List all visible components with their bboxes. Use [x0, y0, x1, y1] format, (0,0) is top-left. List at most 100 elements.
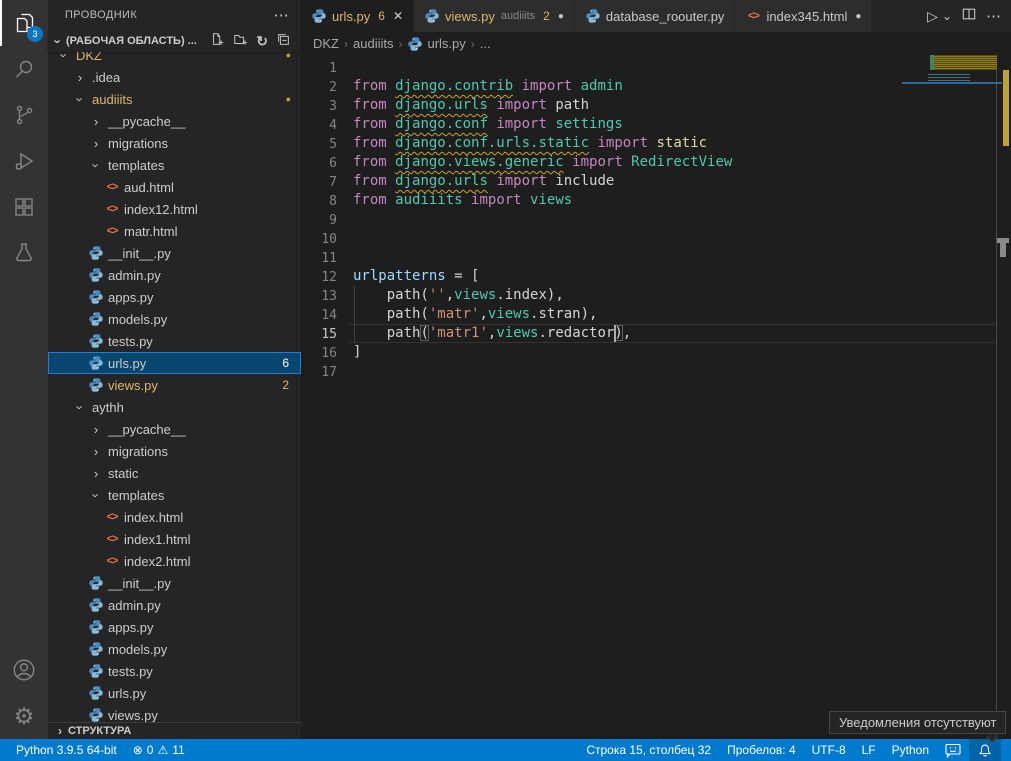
- breadcrumb-item-audiiits[interactable]: audiiits: [353, 36, 393, 51]
- tree-file-index2.html[interactable]: <>index2.html: [48, 550, 301, 572]
- code-line-10[interactable]: 10: [301, 229, 995, 248]
- minimap-warning-block[interactable]: [930, 55, 997, 70]
- run-dropdown-chevron-icon[interactable]: ⌄: [942, 9, 952, 23]
- eol-item[interactable]: LF: [854, 739, 884, 761]
- tree-file-urls.py[interactable]: urls.py: [48, 682, 301, 704]
- tree-file-index.html[interactable]: <>index.html: [48, 506, 301, 528]
- tab-urls.py[interactable]: urls.py6✕: [301, 0, 414, 32]
- tree-folder-aythh[interactable]: ›aythh: [48, 396, 301, 418]
- tree-item-label: urls.py: [108, 686, 146, 701]
- new-folder-icon[interactable]: [233, 32, 248, 50]
- breadcrumb-separator-icon: ›: [471, 37, 475, 51]
- explorer-icon[interactable]: 3: [0, 0, 48, 46]
- tree-file-models.py[interactable]: models.py: [48, 638, 301, 660]
- scrollbar-thumb[interactable]: [1000, 243, 1006, 257]
- tree-file-apps.py[interactable]: apps.py: [48, 286, 301, 308]
- tree-folder-migrations[interactable]: ›migrations: [48, 440, 301, 462]
- tree-folder-migrations[interactable]: ›migrations: [48, 132, 301, 154]
- breadcrumb-item-DKZ[interactable]: DKZ: [313, 36, 339, 51]
- code-line-9[interactable]: 9: [301, 210, 995, 229]
- tree-file-aud.html[interactable]: <>aud.html: [48, 176, 301, 198]
- tree-file-views.py[interactable]: views.py: [48, 704, 301, 722]
- tree-folder-.idea[interactable]: ›.idea: [48, 66, 301, 88]
- chevron-right-icon: ›: [88, 466, 104, 481]
- line-number: 9: [301, 210, 337, 229]
- breadcrumb-item-...[interactable]: ...: [480, 36, 491, 51]
- search-icon[interactable]: [0, 46, 48, 92]
- refresh-icon[interactable]: ↻: [256, 34, 268, 48]
- encoding-item[interactable]: UTF-8: [804, 739, 854, 761]
- code-line-15[interactable]: 15 path('matr1',views.redactor),: [301, 324, 995, 343]
- split-editor-icon[interactable]: [962, 7, 976, 26]
- cursor-position-item[interactable]: Строка 15, столбец 32: [578, 739, 719, 761]
- tree-folder-templates[interactable]: ›templates: [48, 484, 301, 506]
- tree-folder-__pycache__[interactable]: ›__pycache__: [48, 418, 301, 440]
- chevron-right-icon: ›: [88, 422, 104, 437]
- views-and-more-actions-icon[interactable]: ⋯: [274, 6, 289, 24]
- line-number: 6: [301, 153, 337, 172]
- tree-folder-static[interactable]: ›static: [48, 462, 301, 484]
- code-line-17[interactable]: 17: [301, 362, 995, 381]
- close-icon[interactable]: ✕: [393, 9, 403, 23]
- code-editor[interactable]: 12from django.contrib import admin3from …: [301, 55, 1011, 739]
- problems-item[interactable]: ⊗ 0 ⚠ 11: [125, 739, 193, 761]
- code-line-5[interactable]: 5from django.conf.urls.static import sta…: [301, 134, 995, 153]
- tree-item-label: migrations: [108, 444, 168, 459]
- python-interpreter-item[interactable]: Python 3.9.5 64-bit: [8, 739, 125, 761]
- breadcrumb-label: DKZ: [313, 36, 339, 51]
- run-and-debug-icon[interactable]: [0, 138, 48, 184]
- code-line-2[interactable]: 2from django.contrib import admin: [301, 77, 995, 96]
- outline-section-header[interactable]: › СТРУКТУРА: [48, 722, 301, 739]
- workspace-section-header[interactable]: › (РАБОЧАЯ ОБЛАСТЬ) ... ↻: [48, 30, 301, 52]
- language-mode-item[interactable]: Python: [884, 739, 937, 761]
- code-line-13[interactable]: 13 path('',views.index),: [301, 286, 995, 305]
- code-line-7[interactable]: 7from django.urls import include: [301, 172, 995, 191]
- html-file-icon: <>: [104, 553, 120, 569]
- tree-file-admin.py[interactable]: admin.py: [48, 594, 301, 616]
- run-python-file-icon[interactable]: ▷: [927, 8, 938, 25]
- new-file-icon[interactable]: [210, 32, 225, 50]
- tree-file-index12.html[interactable]: <>index12.html: [48, 198, 301, 220]
- code-line-6[interactable]: 6from django.views.generic import Redire…: [301, 153, 995, 172]
- code-line-12[interactable]: 12urlpatterns = [: [301, 267, 995, 286]
- code-line-3[interactable]: 3from django.urls import path: [301, 96, 995, 115]
- tree-file-__init__.py[interactable]: __init__.py: [48, 242, 301, 264]
- tab-index345.html[interactable]: <>index345.html●: [735, 0, 872, 32]
- more-actions-icon[interactable]: ⋯: [986, 7, 1001, 25]
- code-line-16[interactable]: 16]: [301, 343, 995, 362]
- tree-file-matr.html[interactable]: <>matr.html: [48, 220, 301, 242]
- breadcrumb-item-urls.py[interactable]: urls.py: [407, 36, 465, 52]
- tree-file-admin.py[interactable]: admin.py: [48, 264, 301, 286]
- tree-folder-audiiits[interactable]: ›audiiits●: [48, 88, 301, 110]
- code-line-11[interactable]: 11: [301, 248, 995, 267]
- tree-file-models.py[interactable]: models.py: [48, 308, 301, 330]
- extensions-icon[interactable]: [0, 184, 48, 230]
- code-line-4[interactable]: 4from django.conf import settings: [301, 115, 995, 134]
- account-icon[interactable]: [0, 647, 48, 693]
- tree-folder-__pycache__[interactable]: ›__pycache__: [48, 110, 301, 132]
- code-line-8[interactable]: 8from audiiits import views: [301, 191, 995, 210]
- settings-gear-icon[interactable]: ⚙: [0, 693, 48, 739]
- tab-database_roouter.py[interactable]: database_roouter.py: [575, 0, 736, 32]
- tree-file-views.py[interactable]: views.py2: [48, 374, 301, 396]
- tree-folder-templates[interactable]: ›templates: [48, 154, 301, 176]
- tree-file-apps.py[interactable]: apps.py: [48, 616, 301, 638]
- tree-file-__init__.py[interactable]: __init__.py: [48, 572, 301, 594]
- tree-folder-DKZ[interactable]: ›DKZ●: [48, 52, 301, 66]
- line-number: 16: [301, 343, 337, 362]
- indentation-item[interactable]: Пробелов: 4: [719, 739, 804, 761]
- warning-count: 11: [172, 743, 184, 757]
- feedback-icon[interactable]: [937, 739, 969, 761]
- tree-file-tests.py[interactable]: tests.py: [48, 660, 301, 682]
- testing-icon[interactable]: [0, 230, 48, 276]
- collapse-all-icon[interactable]: [276, 32, 291, 50]
- source-control-icon[interactable]: [0, 92, 48, 138]
- code-line-14[interactable]: 14 path('matr',views.stran),: [301, 305, 995, 324]
- tab-views.py[interactable]: views.pyaudiiits2●: [414, 0, 575, 32]
- notifications-bell-icon[interactable]: [969, 739, 1001, 761]
- python-file-icon: [88, 685, 104, 701]
- tree-file-urls.py[interactable]: urls.py6: [48, 352, 301, 374]
- code-line-1[interactable]: 1: [301, 58, 995, 77]
- tree-file-tests.py[interactable]: tests.py: [48, 330, 301, 352]
- tree-file-index1.html[interactable]: <>index1.html: [48, 528, 301, 550]
